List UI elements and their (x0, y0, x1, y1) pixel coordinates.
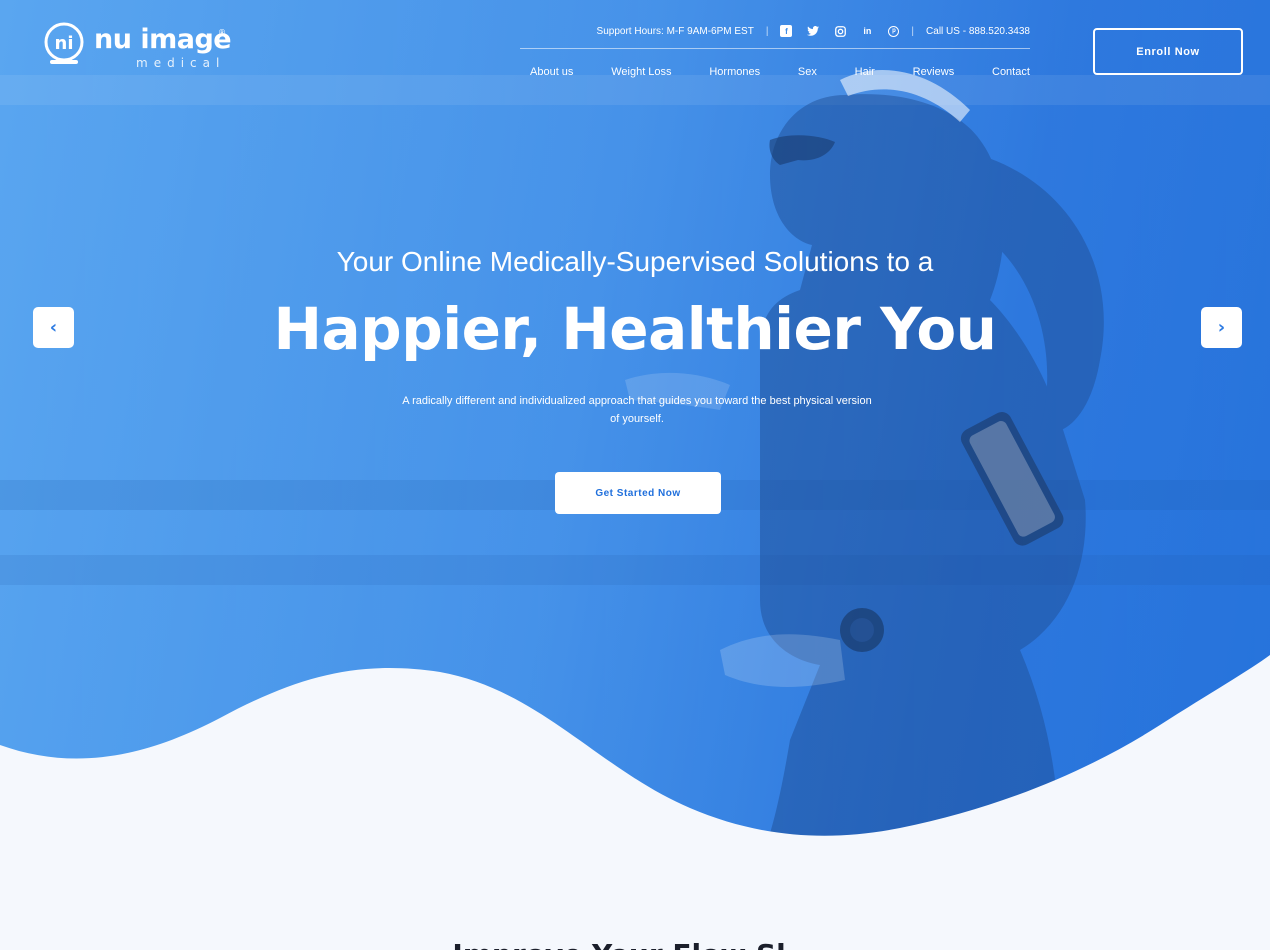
chevron-left-icon: ‹ (49, 317, 58, 338)
logo-registered-mark: ® (218, 28, 226, 37)
call-us[interactable]: Call US - 888.520.3438 (926, 26, 1030, 37)
pinterest-icon[interactable]: p (888, 25, 900, 37)
nav-item-hormones[interactable]: Hormones (709, 66, 760, 78)
nav-item-sex[interactable]: Sex (798, 66, 817, 78)
logo-subtitle: medical (136, 56, 226, 70)
hero-description: A radically different and individualized… (402, 395, 872, 425)
hero-subheading: Your Online Medically-Supervised Solutio… (336, 246, 934, 277)
topbar-separator: | (765, 25, 769, 37)
facebook-icon[interactable]: f (780, 25, 793, 37)
twitter-icon[interactable] (807, 25, 820, 37)
hero-headline: Happier, Healthier You (273, 295, 997, 363)
hero-section: ni nu image ® medical Support Hours: M-F… (0, 0, 1270, 950)
nav-item-hair[interactable]: Hair (855, 66, 875, 78)
header-topbar: Support Hours: M-F 9AM-6PM EST | f in p … (520, 20, 1030, 42)
topbar-separator: | (911, 25, 915, 37)
slider-next-button[interactable]: › (1201, 307, 1242, 348)
get-started-button[interactable]: Get Started Now (555, 472, 721, 514)
logo-wordmark: nu image (94, 24, 232, 55)
logo-mark-icon: ni (44, 22, 84, 64)
header-divider (520, 48, 1030, 49)
instagram-icon[interactable] (834, 25, 846, 37)
nav-item-contact[interactable]: Contact (992, 66, 1030, 78)
nav-item-weight-loss[interactable]: Weight Loss (611, 66, 671, 78)
nav-item-reviews[interactable]: Reviews (913, 66, 955, 78)
main-nav: About us Weight Loss Hormones Sex Hair R… (530, 62, 1030, 82)
nav-item-about-us[interactable]: About us (530, 66, 573, 78)
slider-prev-button[interactable]: ‹ (33, 307, 74, 348)
next-section-heading: Improve Your Flow Sl... (0, 938, 1270, 950)
brand-logo[interactable]: ni nu image ® medical (42, 22, 242, 74)
logo-mark-letters: ni (55, 33, 74, 54)
chevron-right-icon: › (1217, 317, 1226, 338)
linkedin-icon[interactable]: in (861, 25, 873, 37)
support-hours: Support Hours: M-F 9AM-6PM EST (596, 25, 754, 37)
enroll-now-button[interactable]: Enroll Now (1093, 28, 1243, 75)
social-links: f in p (780, 25, 900, 37)
